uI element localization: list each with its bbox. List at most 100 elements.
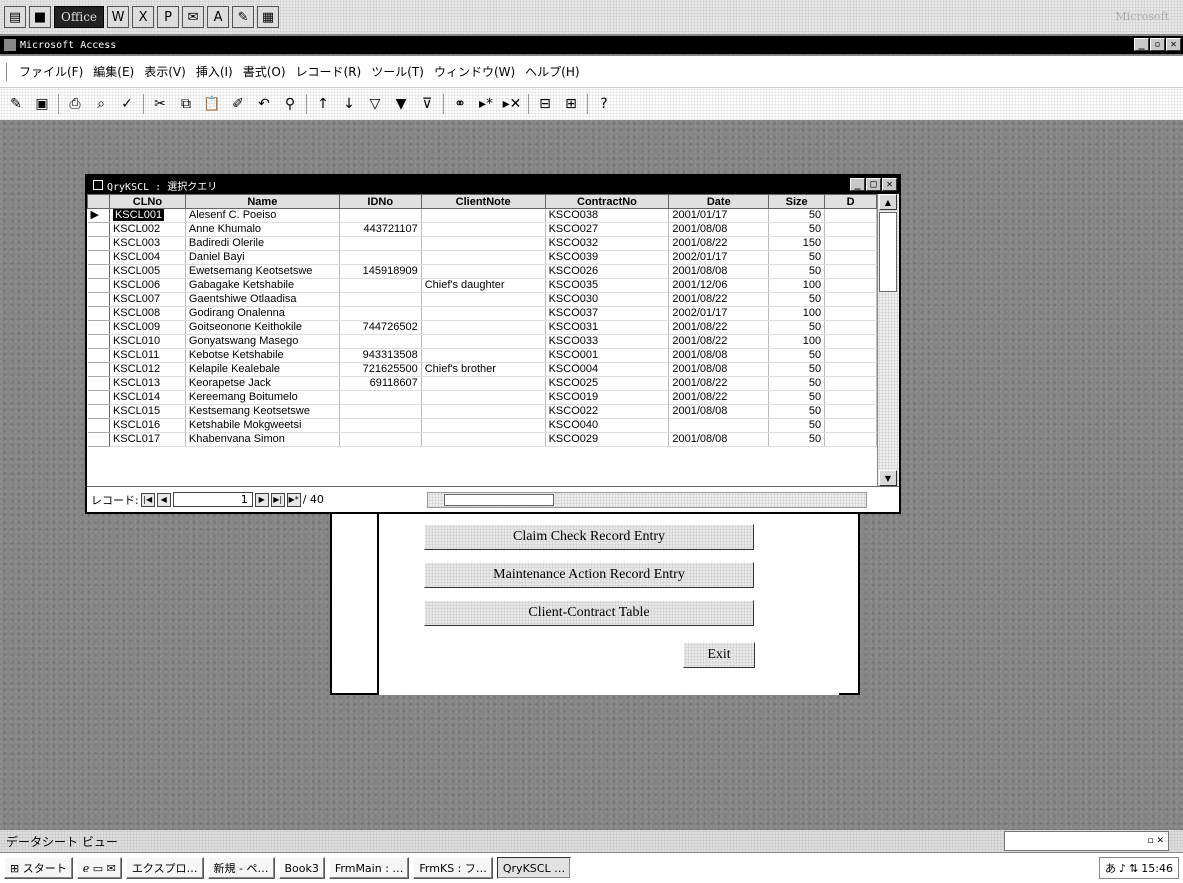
row-selector[interactable] bbox=[87, 320, 110, 335]
cell-name[interactable]: Anne Khumalo bbox=[185, 222, 340, 237]
cell-name[interactable]: Gabagake Ketshabile bbox=[185, 278, 340, 293]
cell-clientnote[interactable] bbox=[421, 348, 546, 363]
cell-clientnote[interactable] bbox=[421, 390, 546, 405]
cell-idno[interactable] bbox=[339, 208, 422, 223]
cell-date[interactable]: 2001/08/22 bbox=[668, 390, 770, 405]
menu-help[interactable]: ヘルプ(H) bbox=[525, 63, 579, 80]
cell-d[interactable] bbox=[824, 320, 877, 335]
cell-d[interactable] bbox=[824, 278, 877, 293]
cell-name[interactable]: Khabenvana Simon bbox=[185, 432, 340, 447]
cell-d[interactable] bbox=[824, 292, 877, 307]
cell-idno[interactable]: 443721107 bbox=[339, 222, 422, 237]
close-icon[interactable]: ✕ bbox=[1166, 38, 1181, 51]
save-icon[interactable]: ▣ bbox=[32, 94, 52, 114]
table-row[interactable]: KSCL015 Kestsemang Keotsetswe KSCO022 2001/… bbox=[87, 404, 877, 419]
menu-view[interactable]: 表示(V) bbox=[144, 63, 186, 80]
row-selector[interactable] bbox=[87, 418, 110, 433]
cell-idno[interactable] bbox=[339, 390, 422, 405]
table-row[interactable]: KSCL017 Khabenvana Simon KSCO029 2001/08/08… bbox=[87, 432, 877, 447]
cell-size[interactable]: 50 bbox=[768, 222, 826, 237]
cell-name[interactable]: Gonyatswang Masego bbox=[185, 334, 340, 349]
menu-file[interactable]: ファイル(F) bbox=[19, 63, 83, 80]
cell-clientnote[interactable] bbox=[421, 334, 546, 349]
exit-button[interactable]: Exit bbox=[683, 642, 755, 668]
cell-d[interactable] bbox=[824, 236, 877, 251]
cell-idno[interactable] bbox=[339, 432, 422, 447]
cell-contractno[interactable]: KSCO001 bbox=[545, 348, 670, 363]
row-selector[interactable] bbox=[87, 264, 110, 279]
cell-idno[interactable]: 721625500 bbox=[339, 362, 422, 377]
table-row[interactable]: KSCL011 Kebotse Ketshabile 943313508 KSCO00… bbox=[87, 348, 877, 363]
cell-d[interactable] bbox=[824, 376, 877, 391]
cell-name[interactable]: Keorapetse Jack bbox=[185, 376, 340, 391]
cell-clientnote[interactable] bbox=[421, 222, 546, 237]
row-selector[interactable] bbox=[87, 362, 110, 377]
cell-idno[interactable] bbox=[339, 236, 422, 251]
datasheet-window-icon[interactable] bbox=[93, 180, 103, 190]
menu-insert[interactable]: 挿入(I) bbox=[196, 63, 233, 80]
cell-d[interactable] bbox=[824, 362, 877, 377]
task-paint[interactable]: 新規 - ペ… bbox=[207, 857, 275, 879]
start-button[interactable]: ⊞ スタート bbox=[4, 857, 73, 879]
filter-by-form-icon[interactable]: ▼ bbox=[391, 94, 411, 114]
cell-clientnote[interactable]: Chief's brother bbox=[421, 362, 546, 377]
horizontal-scroll-thumb[interactable] bbox=[444, 494, 554, 506]
office-label[interactable]: Office bbox=[54, 6, 105, 28]
cell-clno[interactable]: KSCL003 bbox=[109, 236, 186, 251]
new-record-nav-icon[interactable]: ▶* bbox=[286, 492, 301, 507]
cell-d[interactable] bbox=[824, 432, 877, 447]
sort-descending-icon[interactable]: ↓ bbox=[339, 94, 359, 114]
cell-idno[interactable] bbox=[339, 334, 422, 349]
cell-d[interactable] bbox=[824, 348, 877, 363]
cell-contractno[interactable]: KSCO022 bbox=[545, 404, 670, 419]
maintenance-action-button[interactable]: Maintenance Action Record Entry bbox=[424, 562, 754, 588]
first-record-icon[interactable]: |◀ bbox=[140, 492, 155, 507]
cell-clno[interactable]: KSCL007 bbox=[109, 292, 186, 307]
cell-clientnote[interactable] bbox=[421, 208, 546, 223]
spelling-icon[interactable]: ✓ bbox=[117, 94, 137, 114]
cell-size[interactable]: 50 bbox=[768, 348, 826, 363]
cell-size[interactable]: 50 bbox=[768, 264, 826, 279]
table-row[interactable]: KSCL006 Gabagake Ketshabile Chief's daught… bbox=[87, 278, 877, 293]
maximize-icon[interactable]: □ bbox=[866, 178, 881, 191]
row-selector[interactable] bbox=[87, 306, 110, 321]
volume-icon[interactable]: ♪ bbox=[1119, 862, 1126, 875]
view-design-icon[interactable]: ✎ bbox=[6, 94, 26, 114]
cell-clno[interactable]: KSCL009 bbox=[109, 320, 186, 335]
row-selector[interactable] bbox=[87, 334, 110, 349]
vertical-scroll-thumb[interactable] bbox=[879, 212, 897, 292]
column-header-idno[interactable]: IDNo bbox=[338, 194, 422, 209]
cell-d[interactable] bbox=[824, 404, 877, 419]
cell-date[interactable]: 2001/08/22 bbox=[668, 334, 770, 349]
cell-contractno[interactable]: KSCO030 bbox=[545, 292, 670, 307]
cell-size[interactable]: 100 bbox=[768, 278, 826, 293]
cell-name[interactable]: Badiredi Olerile bbox=[185, 236, 340, 251]
row-selector[interactable] bbox=[87, 432, 110, 447]
find-icon[interactable]: ⚭ bbox=[450, 94, 470, 114]
cell-name[interactable]: Kereemang Boitumelo bbox=[185, 390, 340, 405]
outlook-express-icon[interactable]: ✉ bbox=[107, 862, 116, 875]
cell-contractno[interactable]: KSCO037 bbox=[545, 306, 670, 321]
cell-clno[interactable]: KSCL005 bbox=[109, 264, 186, 279]
cell-date[interactable]: 2001/08/08 bbox=[668, 404, 770, 419]
minimize-icon[interactable]: _ bbox=[1134, 38, 1149, 51]
cell-date[interactable]: 2001/08/22 bbox=[668, 376, 770, 391]
cell-date[interactable]: 2001/08/08 bbox=[668, 362, 770, 377]
cell-clientnote[interactable] bbox=[421, 418, 546, 433]
table-row[interactable]: KSCL004 Daniel Bayi KSCO039 2002/01/17 50 bbox=[87, 250, 877, 265]
help-icon[interactable]: ? bbox=[594, 94, 614, 114]
row-selector[interactable] bbox=[87, 404, 110, 419]
cell-size[interactable]: 50 bbox=[768, 404, 826, 419]
cell-clientnote[interactable] bbox=[421, 306, 546, 321]
cell-contractno[interactable]: KSCO032 bbox=[545, 236, 670, 251]
cell-name[interactable]: Kebotse Ketshabile bbox=[185, 348, 340, 363]
table-row[interactable]: KSCL002 Anne Khumalo 443721107 KSCO027 2001/… bbox=[87, 222, 877, 237]
client-contract-button[interactable]: Client-Contract Table bbox=[424, 600, 754, 626]
cell-d[interactable] bbox=[824, 264, 877, 279]
cell-d[interactable] bbox=[824, 390, 877, 405]
column-header-name[interactable]: Name bbox=[184, 194, 340, 209]
print-preview-icon[interactable]: ⌕ bbox=[91, 94, 111, 114]
column-header-contractno[interactable]: ContractNo bbox=[544, 194, 670, 209]
cell-contractno[interactable]: KSCO019 bbox=[545, 390, 670, 405]
cell-d[interactable] bbox=[824, 334, 877, 349]
